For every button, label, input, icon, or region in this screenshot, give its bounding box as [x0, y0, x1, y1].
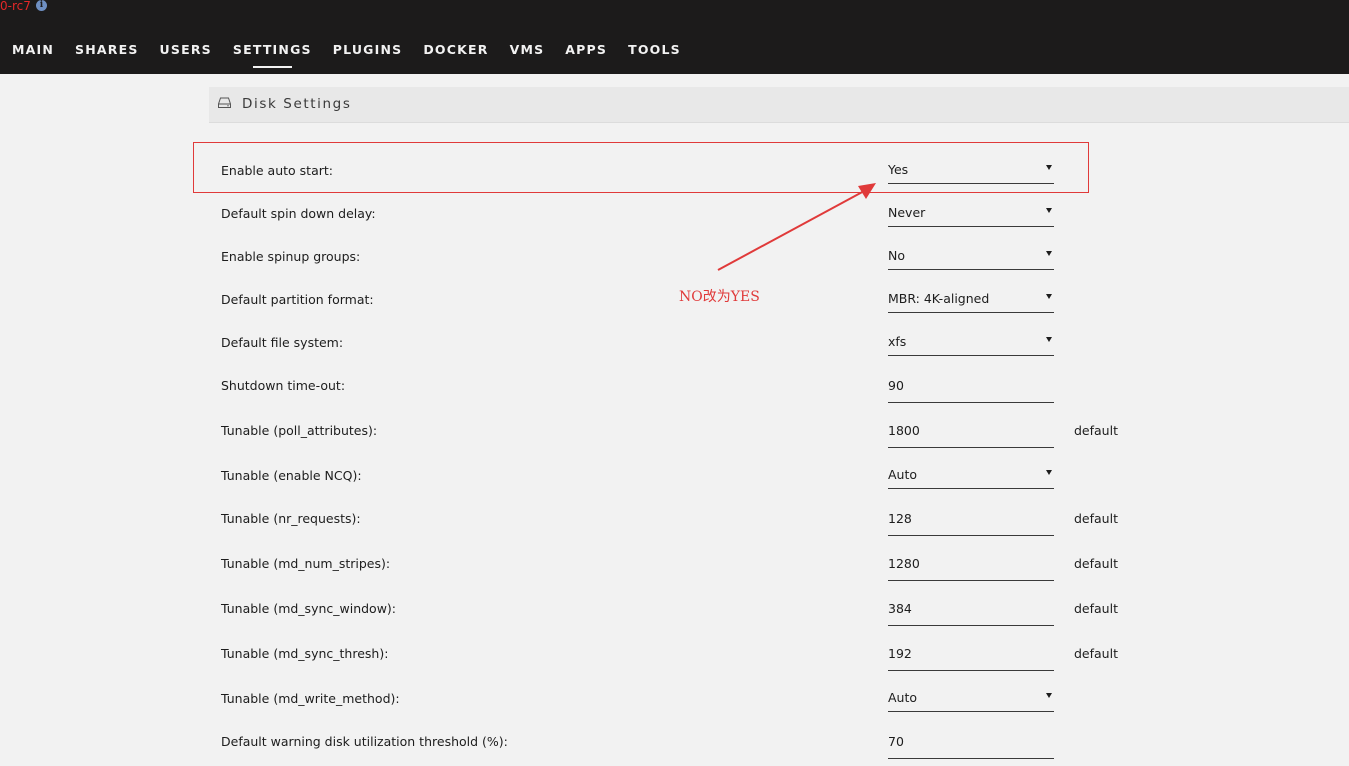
- poll-attributes-value: 1800: [888, 423, 920, 438]
- annotation-note: NO改为YES: [679, 289, 760, 305]
- shutdown-timeout-value: 90: [888, 378, 904, 393]
- nr-requests-default-note: default: [1074, 511, 1118, 526]
- nav-apps[interactable]: APPS: [565, 42, 607, 57]
- nav-plugins[interactable]: PLUGINS: [333, 42, 403, 57]
- md-sync-window-value: 384: [888, 601, 912, 616]
- md-num-stripes-default-note: default: [1074, 556, 1118, 571]
- nr-requests-value: 128: [888, 511, 912, 526]
- auto-start-select[interactable]: Yes: [888, 162, 1054, 184]
- md-write-method-select[interactable]: Auto: [888, 690, 1054, 712]
- nav-settings[interactable]: SETTINGS: [233, 42, 312, 68]
- info-icon[interactable]: i: [36, 0, 47, 11]
- section-title-bar: Disk Settings: [209, 87, 1349, 123]
- hard-disk-icon: [218, 97, 231, 108]
- setting-label-enable-ncq: Tunable (enable NCQ):: [221, 468, 362, 483]
- top-bar: 0-rc7 i MAIN SHARES USERS SETTINGS PLUGI…: [0, 0, 1349, 74]
- setting-label-shutdown-timeout: Shutdown time-out:: [221, 378, 346, 393]
- setting-label-nr-requests: Tunable (nr_requests):: [221, 511, 361, 526]
- enable-ncq-select[interactable]: Auto: [888, 467, 1054, 489]
- file-system-select[interactable]: xfs: [888, 334, 1054, 356]
- spinup-groups-value: No: [888, 248, 905, 263]
- setting-label-spin-down: Default spin down delay:: [221, 206, 376, 221]
- setting-label-md-sync-window: Tunable (md_sync_window):: [221, 601, 397, 616]
- spin-down-delay-select[interactable]: Never: [888, 205, 1054, 227]
- setting-label-partition-format: Default partition format:: [221, 292, 374, 307]
- spinup-groups-select[interactable]: No: [888, 248, 1054, 270]
- nav-tools[interactable]: TOOLS: [628, 42, 681, 57]
- enable-ncq-value: Auto: [888, 467, 918, 482]
- md-write-method-value: Auto: [888, 690, 918, 705]
- dropdown-caret-icon: [1046, 165, 1052, 170]
- md-num-stripes-value: 1280: [888, 556, 920, 571]
- nav-vms[interactable]: VMS: [510, 42, 545, 57]
- nav-main[interactable]: MAIN: [12, 42, 54, 57]
- spin-down-delay-value: Never: [888, 205, 926, 220]
- dropdown-caret-icon: [1046, 470, 1052, 475]
- auto-start-value: Yes: [888, 162, 909, 177]
- warning-threshold-value: 70: [888, 734, 904, 749]
- dropdown-caret-icon: [1046, 251, 1052, 256]
- md-sync-thresh-value: 192: [888, 646, 912, 661]
- md-sync-thresh-input[interactable]: 192: [888, 646, 1054, 671]
- setting-label-md-num-stripes: Tunable (md_num_stripes):: [221, 556, 391, 571]
- nav-docker[interactable]: DOCKER: [423, 42, 488, 57]
- dropdown-caret-icon: [1046, 693, 1052, 698]
- partition-format-value: MBR: 4K-aligned: [888, 291, 990, 306]
- md-num-stripes-input[interactable]: 1280: [888, 556, 1054, 581]
- warning-threshold-input[interactable]: 70: [888, 734, 1054, 759]
- md-sync-window-default-note: default: [1074, 601, 1118, 616]
- nav-users[interactable]: USERS: [160, 42, 212, 57]
- nav-shares[interactable]: SHARES: [75, 42, 139, 57]
- partition-format-select[interactable]: MBR: 4K-aligned: [888, 291, 1054, 313]
- dropdown-caret-icon: [1046, 337, 1052, 342]
- md-sync-window-input[interactable]: 384: [888, 601, 1054, 626]
- poll-attributes-default-note: default: [1074, 423, 1118, 438]
- main-nav: MAIN SHARES USERS SETTINGS PLUGINS DOCKE…: [12, 42, 702, 68]
- nr-requests-input[interactable]: 128: [888, 511, 1054, 536]
- page-title: Disk Settings: [242, 96, 352, 112]
- setting-label-warning-threshold: Default warning disk utilization thresho…: [221, 734, 508, 749]
- setting-label-auto-start: Enable auto start:: [221, 163, 333, 178]
- dropdown-caret-icon: [1046, 294, 1052, 299]
- setting-label-md-sync-thresh: Tunable (md_sync_thresh):: [221, 646, 389, 661]
- file-system-value: xfs: [888, 334, 907, 349]
- setting-label-poll-attributes: Tunable (poll_attributes):: [221, 423, 378, 438]
- setting-label-file-system: Default file system:: [221, 335, 344, 350]
- version-label: 0-rc7: [0, 0, 31, 13]
- poll-attributes-input[interactable]: 1800: [888, 423, 1054, 448]
- setting-label-md-write-method: Tunable (md_write_method):: [221, 691, 400, 706]
- dropdown-caret-icon: [1046, 208, 1052, 213]
- md-sync-thresh-default-note: default: [1074, 646, 1118, 661]
- setting-label-spinup-groups: Enable spinup groups:: [221, 249, 361, 264]
- shutdown-timeout-input[interactable]: 90: [888, 378, 1054, 403]
